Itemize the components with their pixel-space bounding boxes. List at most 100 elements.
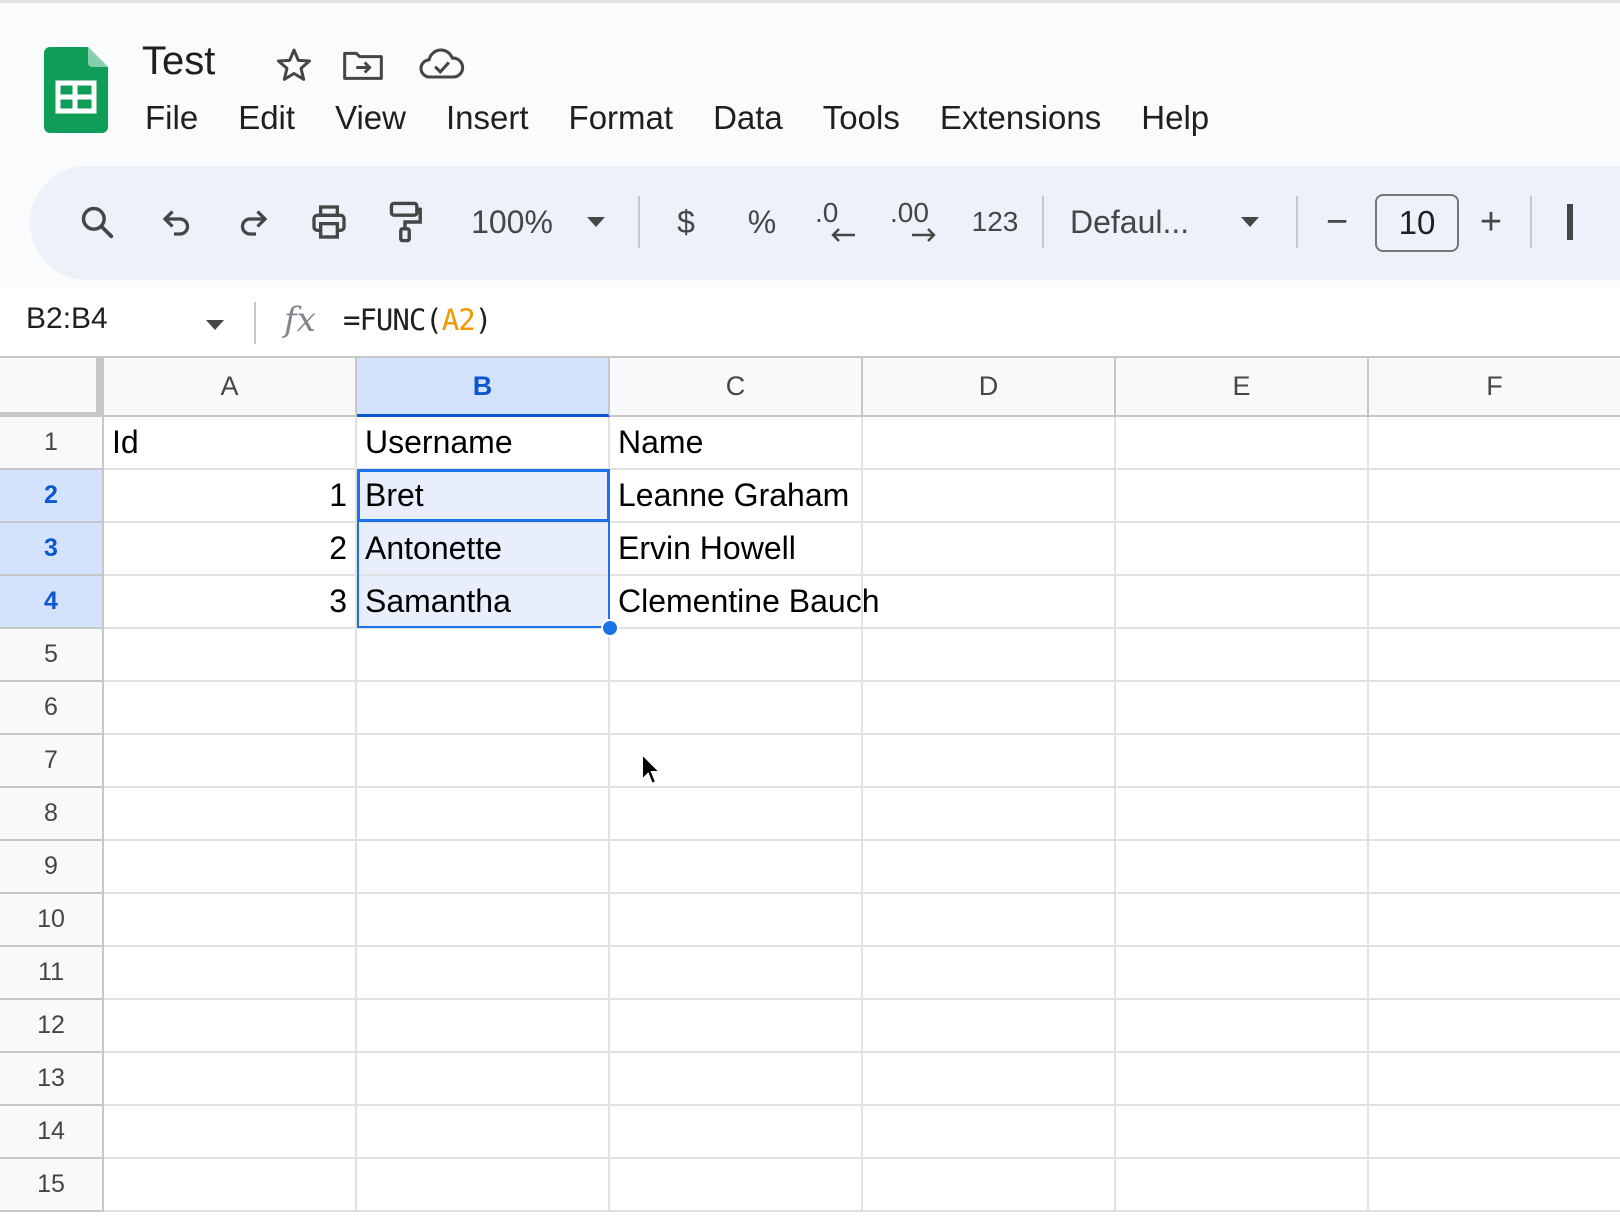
cell-b11[interactable] [357, 947, 610, 1000]
cell-f6[interactable] [1369, 682, 1620, 735]
cell-e8[interactable] [1116, 788, 1369, 841]
cell-e10[interactable] [1116, 894, 1369, 947]
cell-d1[interactable] [863, 417, 1116, 470]
cell-e7[interactable] [1116, 735, 1369, 788]
cell-d15[interactable] [863, 1159, 1116, 1212]
cell-b7[interactable] [357, 735, 610, 788]
document-title[interactable]: Test [142, 39, 215, 84]
print-icon[interactable] [300, 190, 358, 254]
cell-c13[interactable] [610, 1053, 863, 1106]
cell-c4[interactable]: Clementine Bauch [610, 576, 879, 629]
cell-d7[interactable] [863, 735, 1116, 788]
cell-e4[interactable] [1116, 576, 1369, 629]
cell-d2[interactable] [863, 470, 1116, 523]
cell-a10[interactable] [104, 894, 357, 947]
cell-c1[interactable]: Name [610, 417, 863, 470]
increase-decimal-button[interactable]: .00 [884, 190, 950, 254]
cell-c6[interactable] [610, 682, 863, 735]
row-header-1[interactable]: 1 [0, 417, 104, 470]
menu-tools[interactable]: Tools [823, 99, 900, 137]
cell-d3[interactable] [863, 523, 1116, 576]
cell-c9[interactable] [610, 841, 863, 894]
cell-e6[interactable] [1116, 682, 1369, 735]
font-dropdown-icon[interactable] [1232, 190, 1268, 254]
cell-b8[interactable] [357, 788, 610, 841]
cell-f8[interactable] [1369, 788, 1620, 841]
row-header-15[interactable]: 15 [0, 1159, 104, 1212]
row-header-5[interactable]: 5 [0, 629, 104, 682]
cell-a15[interactable] [104, 1159, 357, 1212]
increase-font-size-button[interactable]: + [1466, 190, 1516, 254]
fill-handle[interactable] [601, 619, 619, 637]
cell-a14[interactable] [104, 1106, 357, 1159]
cell-c5[interactable] [610, 629, 863, 682]
cell-a7[interactable] [104, 735, 357, 788]
cell-a9[interactable] [104, 841, 357, 894]
row-header-14[interactable]: 14 [0, 1106, 104, 1159]
row-header-6[interactable]: 6 [0, 682, 104, 735]
cell-f2[interactable] [1369, 470, 1620, 523]
cell-d14[interactable] [863, 1106, 1116, 1159]
decrease-decimal-button[interactable]: .0 [808, 190, 868, 254]
cell-e5[interactable] [1116, 629, 1369, 682]
row-header-4[interactable]: 4 [0, 576, 104, 629]
cell-b10[interactable] [357, 894, 610, 947]
menu-edit[interactable]: Edit [238, 99, 295, 137]
cell-c3[interactable]: Ervin Howell [610, 523, 863, 576]
cell-e12[interactable] [1116, 1000, 1369, 1053]
search-icon[interactable] [68, 190, 126, 254]
cell-e14[interactable] [1116, 1106, 1369, 1159]
row-header-13[interactable]: 13 [0, 1053, 104, 1106]
name-box[interactable]: B2:B4 [26, 302, 108, 336]
cell-e2[interactable] [1116, 470, 1369, 523]
menu-help[interactable]: Help [1141, 99, 1209, 137]
column-header-b[interactable]: B [357, 358, 610, 417]
cell-d10[interactable] [863, 894, 1116, 947]
column-header-d[interactable]: D [863, 358, 1116, 417]
cell-a8[interactable] [104, 788, 357, 841]
cell-c8[interactable] [610, 788, 863, 841]
currency-format-button[interactable]: $ [658, 190, 714, 254]
cell-f5[interactable] [1369, 629, 1620, 682]
cell-b12[interactable] [357, 1000, 610, 1053]
menu-view[interactable]: View [335, 99, 406, 137]
cell-d6[interactable] [863, 682, 1116, 735]
cell-d11[interactable] [863, 947, 1116, 1000]
row-header-10[interactable]: 10 [0, 894, 104, 947]
cell-b9[interactable] [357, 841, 610, 894]
cell-f9[interactable] [1369, 841, 1620, 894]
cell-a13[interactable] [104, 1053, 357, 1106]
cell-b13[interactable] [357, 1053, 610, 1106]
more-formats-button[interactable]: 123 [964, 190, 1026, 254]
row-header-9[interactable]: 9 [0, 841, 104, 894]
cell-e9[interactable] [1116, 841, 1369, 894]
cell-f3[interactable] [1369, 523, 1620, 576]
cell-d9[interactable] [863, 841, 1116, 894]
cell-c12[interactable] [610, 1000, 863, 1053]
cell-d5[interactable] [863, 629, 1116, 682]
cell-e3[interactable] [1116, 523, 1369, 576]
cell-a3[interactable]: 2 [104, 523, 357, 576]
cell-f14[interactable] [1369, 1106, 1620, 1159]
cell-b15[interactable] [357, 1159, 610, 1212]
cell-d13[interactable] [863, 1053, 1116, 1106]
cell-b1[interactable]: Username [357, 417, 610, 470]
paint-format-icon[interactable] [376, 190, 434, 254]
cell-f12[interactable] [1369, 1000, 1620, 1053]
menu-file[interactable]: File [145, 99, 198, 137]
cell-c2[interactable]: Leanne Graham [610, 470, 863, 523]
percent-format-button[interactable]: % [734, 190, 790, 254]
move-to-folder-icon[interactable] [339, 43, 387, 87]
cell-c11[interactable] [610, 947, 863, 1000]
row-header-11[interactable]: 11 [0, 947, 104, 1000]
font-size-input[interactable]: 10 [1375, 194, 1459, 252]
font-select[interactable]: Defaul... [1070, 190, 1220, 254]
cell-f7[interactable] [1369, 735, 1620, 788]
cell-c15[interactable] [610, 1159, 863, 1212]
select-all-corner[interactable] [0, 358, 104, 417]
menu-insert[interactable]: Insert [446, 99, 529, 137]
cell-e15[interactable] [1116, 1159, 1369, 1212]
cell-b2[interactable]: Bret [357, 470, 610, 523]
cell-a2[interactable]: 1 [104, 470, 357, 523]
zoom-dropdown-icon[interactable] [578, 190, 614, 254]
